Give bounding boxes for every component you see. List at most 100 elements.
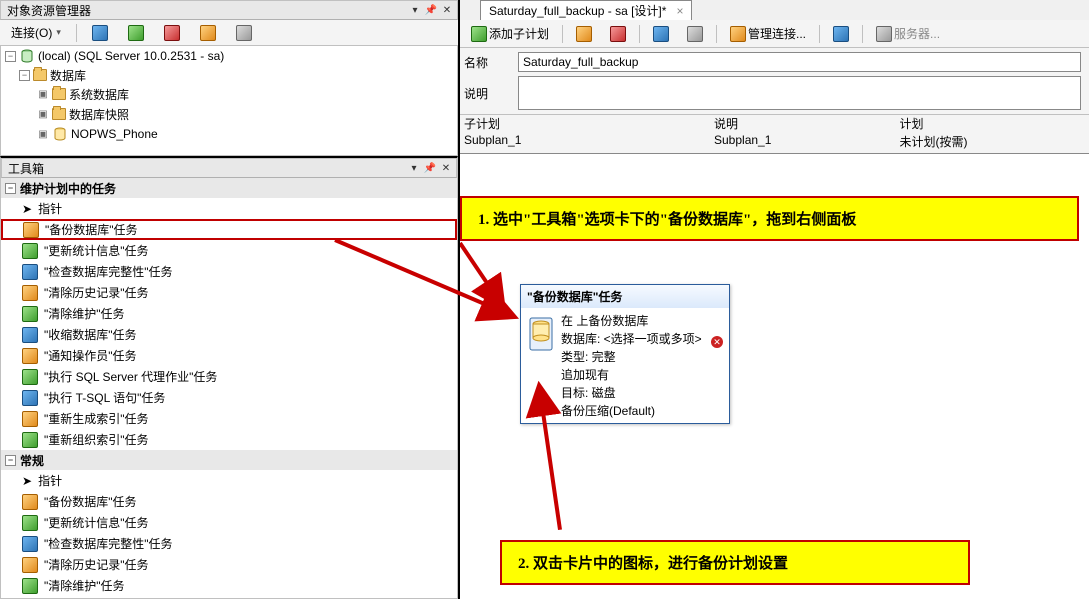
report-button[interactable] xyxy=(680,23,710,45)
task-line: 追加现有 xyxy=(561,366,723,383)
separator xyxy=(639,25,640,43)
props-button[interactable] xyxy=(229,22,259,44)
tool-reorg-index[interactable]: "重新组织索引"任务 xyxy=(1,429,457,450)
cell-description[interactable]: Subplan_1 xyxy=(714,133,900,151)
task-line: 类型: 完整 xyxy=(561,348,723,365)
calendar-icon xyxy=(653,26,669,42)
reorg-icon xyxy=(22,432,38,448)
design-canvas[interactable]: 1. 选中"工具箱"选项卡下的"备份数据库"，拖到右侧面板 "备份数据库"任务 xyxy=(460,154,1089,599)
tool-label: "更新统计信息"任务 xyxy=(44,514,149,531)
tool-clear-history[interactable]: "清除历史记录"任务 xyxy=(1,554,457,575)
rebuild-icon xyxy=(22,411,38,427)
folder-icon xyxy=(52,88,66,100)
panel-dropdown-icon[interactable]: ▾ xyxy=(406,160,422,176)
col-subplan: 子计划 xyxy=(464,115,714,133)
panel-dropdown-icon[interactable]: ▾ xyxy=(407,2,423,18)
tool-pointer[interactable]: ➤指针 xyxy=(1,470,457,491)
description-field[interactable] xyxy=(518,76,1081,110)
connect-button[interactable]: 连接(O) ▾ xyxy=(4,22,68,44)
pointer-icon: ➤ xyxy=(22,202,32,216)
stats-icon xyxy=(22,243,38,259)
expand-icon[interactable]: ▣ xyxy=(37,129,49,140)
refresh-button[interactable] xyxy=(85,22,115,44)
plug-icon xyxy=(128,25,144,41)
collapse-icon[interactable]: − xyxy=(5,455,16,466)
expand-icon[interactable]: ▣ xyxy=(37,89,49,100)
separator xyxy=(716,25,717,43)
tool-label: "清除维护"任务 xyxy=(44,577,125,594)
stop-button[interactable] xyxy=(157,22,187,44)
collapse-icon[interactable]: − xyxy=(5,183,16,194)
tool-label: "清除历史记录"任务 xyxy=(44,284,149,301)
task-card-title: "备份数据库"任务 xyxy=(521,285,729,308)
tool-clear-maintenance[interactable]: "清除维护"任务 xyxy=(1,575,457,596)
chevron-down-icon: ▾ xyxy=(56,27,61,38)
pin-icon[interactable]: 📌 xyxy=(422,160,438,176)
expand-icon[interactable]: ▣ xyxy=(37,109,49,120)
collapse-icon[interactable]: − xyxy=(5,51,16,62)
tool-update-stats[interactable]: "更新统计信息"任务 xyxy=(1,240,457,261)
tool-exec-agent-job[interactable]: "执行 SQL Server 代理作业"任务 xyxy=(1,366,457,387)
tool-label: "收缩数据库"任务 xyxy=(44,326,137,343)
separator xyxy=(862,25,863,43)
tool-check-integrity[interactable]: "检查数据库完整性"任务 xyxy=(1,261,457,282)
toolbox-title: 工具箱 xyxy=(8,160,406,177)
toolbox-category[interactable]: − 维护计划中的任务 xyxy=(1,178,457,198)
tool-clear-history[interactable]: "清除历史记录"任务 xyxy=(1,282,457,303)
tool-label: "通知操作员"任务 xyxy=(44,347,137,364)
add-subplan-button[interactable]: 添加子计划 xyxy=(464,23,556,45)
maint-icon xyxy=(22,306,38,322)
close-icon[interactable]: ✕ xyxy=(439,2,455,18)
tool-label: "备份数据库"任务 xyxy=(44,493,137,510)
description-label: 说明 xyxy=(464,85,514,102)
tool-check-integrity[interactable]: "检查数据库完整性"任务 xyxy=(1,533,457,554)
disconnect-button[interactable] xyxy=(121,22,151,44)
tree-node-label[interactable]: NOPWS_Phone xyxy=(71,127,158,141)
tool-notify-operator[interactable]: "通知操作员"任务 xyxy=(1,345,457,366)
object-explorer-toolbar: 连接(O) ▾ xyxy=(0,20,458,46)
pin-icon[interactable]: 📌 xyxy=(423,2,439,18)
task-line: 数据库: <选择一项或多项> xyxy=(561,330,723,347)
collapse-icon[interactable]: − xyxy=(19,70,30,81)
tool-update-stats[interactable]: "更新统计信息"任务 xyxy=(1,512,457,533)
name-field[interactable] xyxy=(518,52,1081,72)
tool-label: 指针 xyxy=(38,200,62,217)
tool-shrink-database[interactable]: "收缩数据库"任务 xyxy=(1,324,457,345)
server-icon xyxy=(876,26,892,42)
object-explorer-title: 对象资源管理器 xyxy=(7,2,407,19)
schedule-button[interactable] xyxy=(646,23,676,45)
tool-pointer[interactable]: ➤ 指针 xyxy=(1,198,457,219)
doc-tab-active[interactable]: Saturday_full_backup - sa [设计]* × xyxy=(480,0,692,20)
tool-backup-database[interactable]: "备份数据库"任务 xyxy=(1,219,457,240)
delete-button[interactable] xyxy=(603,23,633,45)
toolbox-list: − 维护计划中的任务 ➤ 指针 "备份数据库"任务 "更新统计信息"任务 "检查数… xyxy=(1,178,457,598)
cell-subplan[interactable]: Subplan_1 xyxy=(464,133,714,151)
filter-button[interactable] xyxy=(193,22,223,44)
tree-node-label[interactable]: 系统数据库 xyxy=(69,86,129,103)
cell-plan[interactable]: 未计划(按需) xyxy=(900,133,1086,151)
server-button[interactable]: 服务器... xyxy=(869,23,947,45)
folder-icon xyxy=(33,69,47,81)
tool-clear-maintenance[interactable]: "清除维护"任务 xyxy=(1,303,457,324)
subplan-grid: 子计划 说明 计划 Subplan_1 Subplan_1 未计划(按需) xyxy=(460,115,1089,154)
tab-title: Saturday_full_backup - sa [设计]* xyxy=(489,2,666,19)
object-explorer-tree[interactable]: − (local) (SQL Server 10.0.2531 - sa) − … xyxy=(0,46,458,156)
task-card-icon[interactable] xyxy=(527,312,555,356)
toolbox-category-general[interactable]: − 常规 xyxy=(1,450,457,470)
manage-connection-button[interactable]: 管理连接... xyxy=(723,23,813,45)
close-icon[interactable]: ✕ xyxy=(438,160,454,176)
category-label: 维护计划中的任务 xyxy=(20,180,116,197)
tab-close-icon[interactable]: × xyxy=(676,4,683,18)
tool-exec-tsql[interactable]: "执行 T-SQL 语句"任务 xyxy=(1,387,457,408)
object-explorer-header: 对象资源管理器 ▾ 📌 ✕ xyxy=(0,0,458,20)
backup-icon xyxy=(23,222,39,238)
tree-node-label[interactable]: 数据库快照 xyxy=(69,106,129,123)
list-icon xyxy=(833,26,849,42)
tool-rebuild-index[interactable]: "重新生成索引"任务 xyxy=(1,408,457,429)
database-icon xyxy=(52,126,68,142)
backup-task-card[interactable]: "备份数据库"任务 在 上备份数据库 数据库: <选择一项或多项> 类型 xyxy=(520,284,730,424)
server-list-button[interactable] xyxy=(826,23,856,45)
tool-backup-database[interactable]: "备份数据库"任务 xyxy=(1,491,457,512)
folder-icon xyxy=(52,108,66,120)
edit-button[interactable] xyxy=(569,23,599,45)
